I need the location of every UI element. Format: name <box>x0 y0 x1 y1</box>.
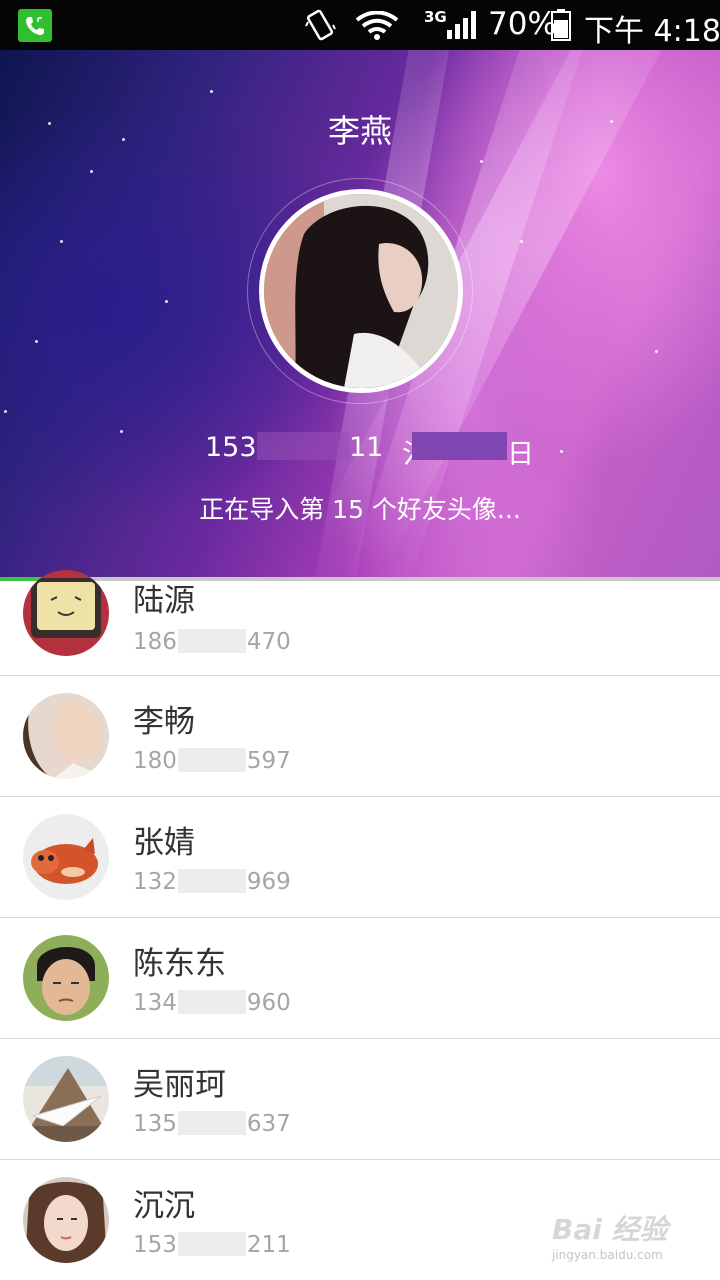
phone-prefix: 135 <box>133 1111 177 1137</box>
phone-part: 11 <box>349 432 384 463</box>
status-bar: 3G 70% 下午 4:18 <box>0 0 720 50</box>
list-item[interactable]: 陈东东 134 960 <box>0 918 720 1039</box>
contact-phone: 132 969 <box>133 869 291 895</box>
list-item[interactable]: 张婧 132 969 <box>0 797 720 918</box>
watermark-brand: Bai 经验 <box>552 1213 668 1246</box>
import-status-text: 正在导入第 15 个好友头像... <box>199 495 521 524</box>
star <box>480 160 483 163</box>
contact-name: 陆源 <box>133 583 195 619</box>
redaction-mask <box>177 629 246 653</box>
avatar <box>23 935 109 1021</box>
wifi-icon <box>355 11 399 40</box>
contact-name: 沉沉 <box>133 1188 195 1224</box>
phone-suffix: 597 <box>246 748 291 774</box>
list-item[interactable]: 陆源 186 470 <box>0 570 720 676</box>
avatar <box>23 1056 109 1142</box>
vibrate-icon <box>305 9 336 41</box>
phone-suffix: 960 <box>246 990 291 1016</box>
star <box>520 240 523 243</box>
contact-name: 李燕 <box>327 112 392 150</box>
network-type-label: 3G <box>424 8 447 26</box>
star <box>165 300 168 303</box>
contact-phone: 153 211 <box>133 1232 291 1258</box>
star <box>90 170 93 173</box>
contact-phone: 153 11 氵 日 <box>205 428 535 470</box>
star <box>120 430 123 433</box>
contact-phone: 186 470 <box>133 629 291 655</box>
contact-header-banner: 李燕 153 11 氵 日 正在导入第 15 个好友头像... <box>0 50 720 577</box>
phone-prefix: 153 <box>133 1232 177 1258</box>
avatar <box>23 693 109 779</box>
phone-call-icon[interactable] <box>18 9 52 42</box>
contact-name: 陈东东 <box>133 946 226 982</box>
battery-percent: 70% <box>488 6 557 42</box>
contact-phone: 135 637 <box>133 1111 291 1137</box>
avatar <box>23 1177 109 1263</box>
contact-name: 吴丽珂 <box>133 1067 226 1103</box>
watermark-url: jingyan.baidu.com <box>552 1248 663 1262</box>
phone-suffix: 969 <box>246 869 291 895</box>
battery-icon <box>551 9 571 41</box>
signal-icon <box>447 11 476 39</box>
contact-name: 张婧 <box>133 825 195 861</box>
star <box>35 340 38 343</box>
phone-part: 153 <box>205 432 257 463</box>
screen: 3G 70% 下午 4:18 李燕 153 11 日 正在导入第 15 个好友头… <box>0 0 720 1280</box>
star <box>4 410 7 413</box>
phone-suffix: 637 <box>246 1111 291 1137</box>
contact-avatar[interactable] <box>259 189 463 393</box>
list-item[interactable]: 李畅 180 597 <box>0 676 720 797</box>
avatar <box>23 570 109 656</box>
contact-phone: 180 597 <box>133 748 291 774</box>
star <box>655 350 658 353</box>
phone-suffix: 470 <box>246 629 291 655</box>
watermark: Bai 经验 jingyan.baidu.com <box>552 1208 712 1268</box>
list-item[interactable]: 吴丽珂 135 637 <box>0 1039 720 1160</box>
phone-prefix: 132 <box>133 869 177 895</box>
contact-phone: 134 960 <box>133 990 291 1016</box>
redaction-mask <box>177 869 246 893</box>
redaction-mask <box>177 990 246 1014</box>
star <box>60 240 63 243</box>
phone-prefix: 186 <box>133 629 177 655</box>
star <box>210 90 213 93</box>
phone-suffix: 211 <box>246 1232 291 1258</box>
star <box>560 450 563 453</box>
redaction-mask <box>177 1111 246 1135</box>
phone-prefix: 180 <box>133 748 177 774</box>
redaction-mask <box>412 432 507 460</box>
redaction-mask <box>257 432 349 460</box>
contact-name: 李畅 <box>133 704 195 740</box>
avatar <box>23 814 109 900</box>
phone-part: 日 <box>507 439 534 470</box>
clock: 下午 4:18 <box>584 14 720 49</box>
contact-list[interactable]: 陆源 186 470 李畅 180 597 张婧 132 969 陈东东 134… <box>0 570 720 1280</box>
phone-prefix: 134 <box>133 990 177 1016</box>
redaction-mask <box>177 748 246 772</box>
redaction-mask <box>177 1232 246 1256</box>
